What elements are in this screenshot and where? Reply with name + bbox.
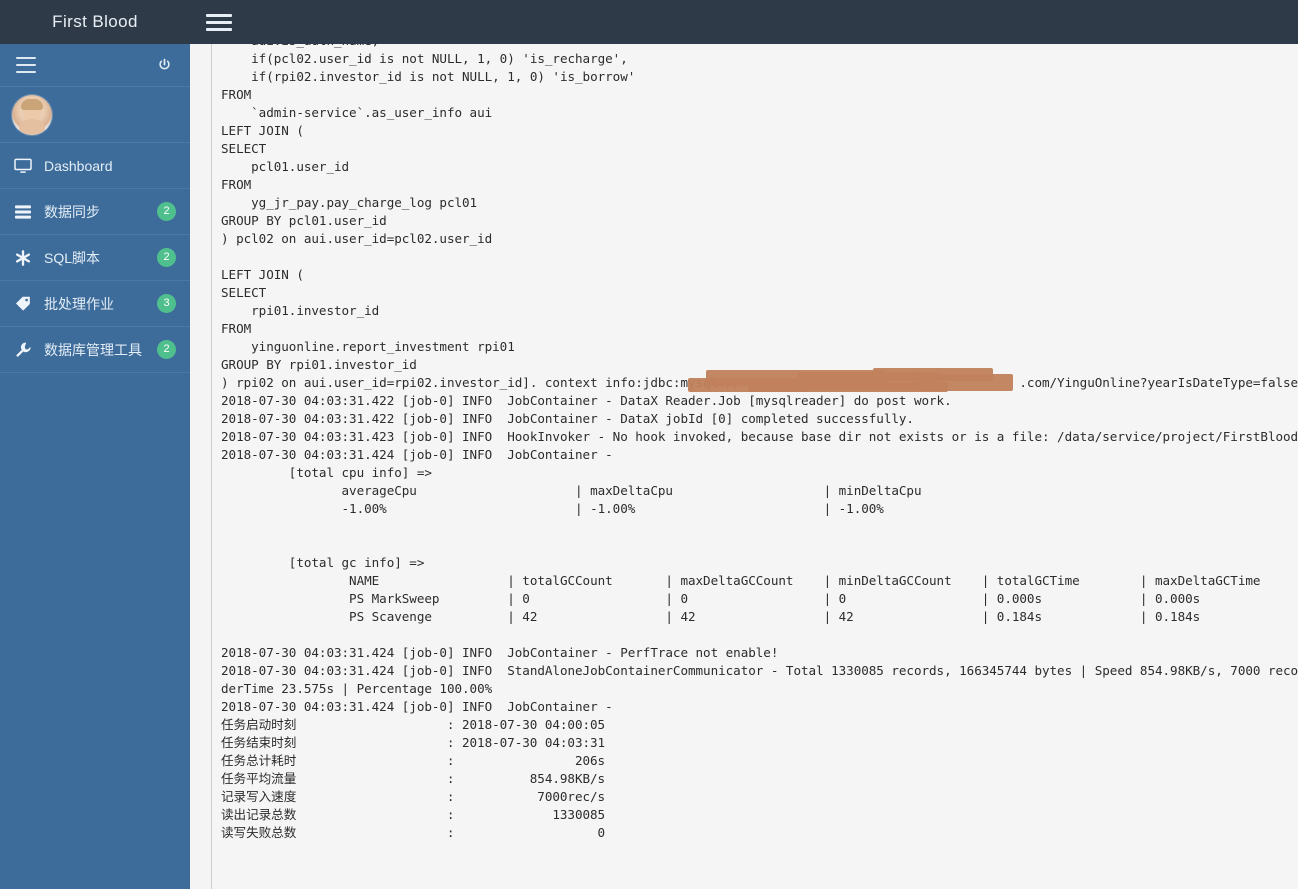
power-icon[interactable] <box>157 58 172 73</box>
console-log-line: pcl01.user_id <box>221 159 350 174</box>
console-log-line: LEFT JOIN ( <box>221 267 304 282</box>
wrench-icon <box>14 341 40 359</box>
console-log-line: GROUP BY rpi01.investor_id <box>221 357 417 372</box>
sidebar-item-sql-script[interactable]: SQL脚本 2 <box>0 235 190 281</box>
console-log-line: PS Scavenge | 42 | 42 | 42 | 0.184s | 0.… <box>221 609 1298 624</box>
sidebar-item-badge: 2 <box>157 248 176 267</box>
console-gutter <box>190 44 212 889</box>
console-log-line: [total gc info] => <box>221 555 425 570</box>
console-log-line <box>221 536 1298 554</box>
hamburger-bar <box>16 64 36 66</box>
sidebar: Dashboard 数据同步 2 SQL脚本 2 批处理作业 3 数据库管理工具… <box>0 44 190 889</box>
avatar[interactable] <box>12 94 52 135</box>
sidebar-item-data-sync[interactable]: 数据同步 2 <box>0 189 190 235</box>
console-log-line: 2018-07-30 04:03:31.424 [job-0] INFO Job… <box>221 645 779 660</box>
console-log-line: 任务结束时刻 : 2018-07-30 04:03:31 <box>221 735 606 750</box>
console-log-line: 2018-07-30 04:03:31.423 [job-0] INFO Hoo… <box>221 429 1298 444</box>
console-log-line <box>221 518 1298 536</box>
console-log-line: if(rpi02.investor_id is not NULL, 1, 0) … <box>221 69 636 84</box>
console-log-line: 记录写入速度 : 7000rec/s <box>221 789 606 804</box>
console-log-line: SELECT <box>221 285 267 300</box>
content-area: aui.is_auth_name, if(pcl02.user_id is no… <box>190 44 1298 889</box>
sidebar-collapse-icon[interactable] <box>16 57 36 73</box>
sidebar-item-label: 数据库管理工具 <box>44 341 142 358</box>
console-log-line: FROM <box>221 177 252 192</box>
hamburger-bar <box>16 57 36 59</box>
tag-icon <box>14 295 40 313</box>
console-log-line: rpi01.investor_id <box>221 303 380 318</box>
console-log-line: 任务总计耗时 : 206s <box>221 753 606 768</box>
console-log-line: 任务平均流量 : 854.98KB/s <box>221 771 606 786</box>
monitor-icon <box>14 158 40 174</box>
server-icon <box>14 204 40 220</box>
console-log-line: 2018-07-30 04:03:31.424 [job-0] INFO Sta… <box>221 663 1298 678</box>
console-log-line <box>221 626 1298 644</box>
profile-block[interactable] <box>0 87 190 143</box>
hamburger-icon[interactable] <box>206 9 232 35</box>
console-log-line: 2018-07-30 04:03:31.424 [job-0] INFO Job… <box>221 447 621 462</box>
sidebar-toolbar <box>0 44 190 87</box>
console-log-line: NAME | totalGCCount | maxDeltaGCCount | … <box>221 573 1298 588</box>
sidebar-item-label: Dashboard <box>44 157 113 174</box>
console-log-line: GROUP BY pcl01.user_id <box>221 213 387 228</box>
console-log-line: yinguonline.report_investment rpi01 <box>221 339 515 354</box>
console-log-line: 2018-07-30 04:03:31.422 [job-0] INFO Job… <box>221 411 914 426</box>
console-log-line: ) pcl02 on aui.user_id=pcl02.user_id <box>221 231 493 246</box>
sidebar-item-batch-job[interactable]: 批处理作业 3 <box>0 281 190 327</box>
console-log-line: 读写失败总数 : 0 <box>221 825 606 840</box>
brand-title: First Blood <box>52 12 138 31</box>
sidebar-item-badge: 2 <box>157 202 176 221</box>
hamburger-bar <box>16 71 36 73</box>
app-header: First Blood <box>0 0 1298 44</box>
avatar-hair <box>21 98 43 110</box>
sidebar-item-label: 数据同步 <box>44 203 100 220</box>
console-log-text: aui.is_auth_name, if(pcl02.user_id is no… <box>221 44 1298 842</box>
hamburger-bar <box>206 13 232 17</box>
console-log-line: yg_jr_pay.pay_charge_log pcl01 <box>221 195 478 210</box>
sidebar-item-badge: 3 <box>157 294 176 313</box>
console-log-line: 读出记录总数 : 1330085 <box>221 807 606 822</box>
console-log-line: ) rpi02 on aui.user_id=rpi02.investor_id… <box>221 375 1298 390</box>
console-log-line <box>221 248 1298 266</box>
sidebar-item-db-admin-tools[interactable]: 数据库管理工具 2 <box>0 327 190 373</box>
console-log-line: [total cpu info] => <box>221 465 432 480</box>
console-log-line: FROM <box>221 87 252 102</box>
console-log-line: SELECT <box>221 141 267 156</box>
console-log-line: LEFT JOIN ( <box>221 123 304 138</box>
console-log-line: averageCpu | maxDeltaCpu | minDeltaCpu <box>221 483 922 498</box>
console-log-line: PS MarkSweep | 0 | 0 | 0 | 0.000s | 0.00… <box>221 591 1298 606</box>
sidebar-item-label: 批处理作业 <box>44 295 114 312</box>
console-log-line: if(pcl02.user_id is not NULL, 1, 0) 'is_… <box>221 51 628 66</box>
console-log-line: 任务启动时刻 : 2018-07-30 04:00:05 <box>221 717 606 732</box>
console-log-line: -1.00% | -1.00% | -1.00% <box>221 501 884 516</box>
console-log-line: 2018-07-30 04:03:31.424 [job-0] INFO Job… <box>221 699 621 714</box>
console-log-line: `admin-service`.as_user_info aui <box>221 105 493 120</box>
sidebar-item-label: SQL脚本 <box>44 249 101 266</box>
console-log-line: 2018-07-30 04:03:31.422 [job-0] INFO Job… <box>221 393 952 408</box>
hamburger-bar <box>206 20 232 24</box>
hamburger-bar <box>206 27 232 31</box>
console-log-line: derTime 23.575s | Percentage 100.00% <box>221 681 493 696</box>
console-log-panel[interactable]: aui.is_auth_name, if(pcl02.user_id is no… <box>212 44 1298 889</box>
sidebar-item-dashboard[interactable]: Dashboard <box>0 143 190 189</box>
sidebar-item-badge: 2 <box>157 340 176 359</box>
asterisk-icon <box>14 249 40 267</box>
console-log-line: FROM <box>221 321 252 336</box>
